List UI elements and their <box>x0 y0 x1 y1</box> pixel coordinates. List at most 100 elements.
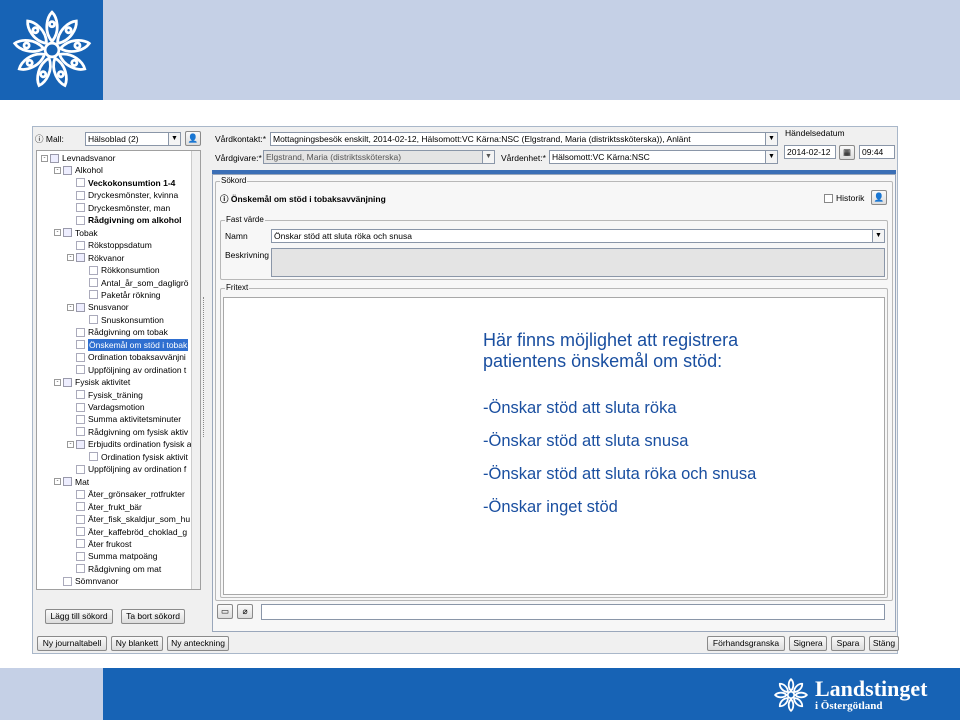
vardenhet-value: Hälsomott:VC Kärna:NSC <box>552 152 650 162</box>
add-keyword-button[interactable]: Lägg till sökord <box>45 609 113 624</box>
collapse-toggle-icon[interactable]: - <box>54 478 61 486</box>
tree-item[interactable]: Äter_grönsaker_rotfrukter <box>67 488 185 500</box>
keyword-tree[interactable]: - Levnadsvanor - Alkohol Veckokonsumtion 1-4… <box>36 150 201 590</box>
tree-item[interactable]: Dryckesmönster, man <box>67 202 170 214</box>
namn-select[interactable]: Önskar stöd att sluta röka och snusa ▼ <box>271 229 885 243</box>
tree-item[interactable]: Summa matpoäng <box>67 550 157 562</box>
close-button[interactable]: Stäng <box>869 636 899 651</box>
calendar-icon[interactable]: ▦ <box>839 145 855 160</box>
tree-item[interactable]: Snuskonsumtion <box>80 314 164 326</box>
tree-item[interactable]: - Alkohol <box>54 164 103 176</box>
collapse-toggle-icon[interactable]: - <box>67 303 74 311</box>
tree-item[interactable]: - Erbjudits ordination fysisk a <box>67 438 191 450</box>
tree-item[interactable]: Rådgivning om tobak <box>67 326 168 338</box>
tree-item[interactable]: Fysisk_träning <box>67 389 143 401</box>
tree-item[interactable]: Uppföljning av ordination t <box>67 364 186 376</box>
tree-item[interactable]: Rådgivning om fysisk aktiv <box>67 426 188 438</box>
tree-item-label: Fysisk aktivitet <box>75 377 131 388</box>
tree-item-label: Rökvanor <box>88 252 125 263</box>
collapse-toggle-icon[interactable]: - <box>67 254 74 262</box>
paperclip-icon[interactable]: ⌀ <box>237 604 253 619</box>
tree-item[interactable]: Rådgivning om mat <box>67 563 161 575</box>
tree-item[interactable]: - Snusvanor <box>67 301 129 313</box>
collapse-toggle-icon[interactable]: - <box>54 229 61 237</box>
brand-subtitle: i Östergötland <box>815 700 883 712</box>
tree-item[interactable]: Vardagsmotion <box>67 401 145 413</box>
tree-item-label: Äter_fisk_skaldjur_som_hu <box>88 514 191 525</box>
person-icon[interactable]: 👤 <box>185 131 201 146</box>
mall-select[interactable]: Hälsoblad (2) ▼ <box>85 132 181 146</box>
tree-item[interactable]: Rådgivning om alkohol <box>67 214 182 226</box>
vardenhet-select[interactable]: Hälsomott:VC Kärna:NSC ▼ <box>549 150 778 164</box>
collapse-toggle-icon[interactable]: - <box>41 154 48 162</box>
tree-item[interactable]: Äter frukost <box>67 538 131 550</box>
handelsedatum-label: Händelsedatum <box>785 128 845 138</box>
tree-item[interactable]: - Mat <box>54 476 89 488</box>
tree-item[interactable]: - Tobak <box>54 227 98 239</box>
tree-item-label: Vardagsmotion <box>88 402 145 412</box>
document-icon <box>76 402 85 412</box>
collapse-toggle-icon[interactable]: - <box>67 440 74 448</box>
top-banner <box>0 0 960 100</box>
historik-checkbox[interactable]: Historik <box>824 193 864 204</box>
slide-heading-line2: patientens önskemål om stöd: <box>483 351 723 371</box>
tree-item[interactable]: Äter_kaffebröd_choklad_g <box>67 526 187 538</box>
document-icon <box>76 190 85 200</box>
tree-item-label: Dryckesmönster, kvinna <box>88 190 179 201</box>
tree-item[interactable]: Ordination fysisk aktivit <box>80 451 188 463</box>
tree-item[interactable]: Sömnvanor <box>54 575 118 587</box>
chevron-down-icon: ▼ <box>482 151 494 163</box>
vardkontakt-select[interactable]: Mottagningsbesök enskilt, 2014-02-12, Hä… <box>270 132 778 146</box>
preview-button[interactable]: Förhandsgranska <box>707 636 785 651</box>
tree-item[interactable]: Rökstoppsdatum <box>67 239 152 251</box>
folder-icon <box>76 302 85 312</box>
mall-value: Hälsoblad (2) <box>88 134 139 144</box>
remove-keyword-button[interactable]: Ta bort sökord <box>121 609 185 624</box>
tree-item[interactable]: - Fysisk aktivitet <box>54 376 130 388</box>
document-icon <box>76 414 85 424</box>
tree-item-label: Erbjudits ordination fysisk a <box>88 439 192 450</box>
tree-item-label: Mat <box>75 476 90 487</box>
tree-item[interactable]: Ordination tobaksavvänjni <box>67 351 186 363</box>
tree-item[interactable]: Uppföljning av ordination f <box>67 463 186 475</box>
document-icon <box>76 514 85 524</box>
tree-item[interactable]: Antal_år_som_dagligrö <box>80 277 188 289</box>
tree-item[interactable]: Dryckesmönster, kvinna <box>67 189 178 201</box>
new-journal-table-button[interactable]: Ny journaltabell <box>37 636 107 651</box>
slide-heading: Här finns möjlighet att registrera patie… <box>483 330 738 372</box>
attach-icon[interactable]: ▭ <box>217 604 233 619</box>
document-icon <box>76 489 85 499</box>
person-icon[interactable]: 👤 <box>871 190 887 205</box>
document-icon <box>76 539 85 549</box>
tree-item[interactable]: Paketår rökning <box>80 289 161 301</box>
tree-item[interactable]: Äter_fisk_skaldjur_som_hu <box>67 513 190 525</box>
document-icon <box>89 278 98 287</box>
date-field[interactable]: 2014-02-12 <box>784 145 836 159</box>
tree-scrollbar[interactable] <box>191 151 200 589</box>
time-field[interactable]: 09:44 <box>859 145 895 159</box>
new-form-button[interactable]: Ny blankett <box>111 636 163 651</box>
journal-window: ⓘ Mall: Hälsoblad (2) ▼ 👤 Vårdkontakt:* M… <box>32 126 899 654</box>
tree-item[interactable]: - Levnadsvanor <box>41 152 115 164</box>
tree-item[interactable]: Äter_frukt_bär <box>67 501 142 513</box>
tree-item[interactable]: Summa aktivitetsminuter <box>67 413 181 425</box>
beskrivning-label: Beskrivning <box>225 250 269 260</box>
sokord-title: ⓘ Önskemål om stöd i tobaksavvänjning <box>220 194 386 204</box>
folder-icon <box>76 439 85 449</box>
tree-item[interactable]: Veckokonsumtion 1-4 <box>67 177 175 189</box>
attachment-field[interactable] <box>261 604 885 620</box>
tree-item-label: Uppföljning av ordination t <box>88 364 187 375</box>
sign-button[interactable]: Signera <box>789 636 827 651</box>
save-button[interactable]: Spara <box>831 636 865 651</box>
splitter-handle[interactable] <box>203 297 209 437</box>
collapse-toggle-icon[interactable]: - <box>54 166 61 174</box>
chevron-down-icon: ▼ <box>765 151 777 163</box>
collapse-toggle-icon[interactable]: - <box>54 378 61 386</box>
new-note-button[interactable]: Ny anteckning <box>167 636 229 651</box>
vardgivare-select[interactable]: Elgstrand, Maria (distriktssköterska) ▼ <box>263 150 495 164</box>
date-value: 2014-02-12 <box>787 147 831 157</box>
beskrivning-field[interactable] <box>271 248 885 277</box>
tree-item[interactable]: Önskemål om stöd i tobak <box>67 338 189 351</box>
tree-item[interactable]: - Rökvanor <box>67 252 124 264</box>
tree-item[interactable]: Rökkonsumtion <box>80 264 160 276</box>
